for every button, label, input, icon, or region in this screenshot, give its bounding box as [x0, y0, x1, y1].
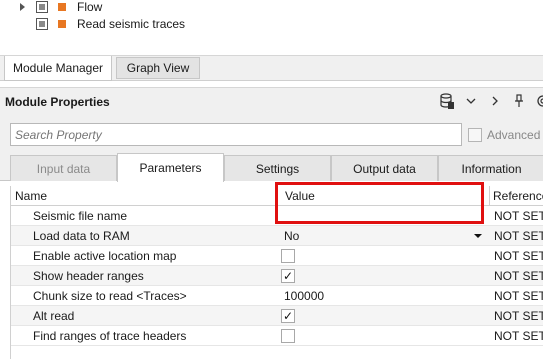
tree-item-label: Flow [77, 0, 103, 14]
alt-read-checkbox[interactable]: ✓ [281, 309, 295, 323]
flow-tree: Flow Read seismic traces [0, 0, 543, 56]
property-name: Chunk size to read <Traces> [33, 289, 187, 303]
column-divider[interactable] [489, 186, 490, 206]
search-property-input[interactable] [10, 123, 462, 146]
property-name: Alt read [33, 309, 75, 323]
property-row[interactable]: Chunk size to read <Traces> 100000 NOT S… [11, 286, 543, 306]
property-row[interactable]: Seismic file name NOT SET [11, 206, 543, 226]
advanced-checkbox[interactable] [468, 128, 482, 142]
tab-module-manager[interactable]: Module Manager [4, 56, 112, 81]
chunk-size-value[interactable]: 100000 [284, 289, 324, 303]
advanced-label: Advanced [487, 128, 541, 142]
property-reference[interactable]: NOT SET [494, 209, 543, 223]
grid-header: Name Value Reference [11, 186, 543, 206]
column-header-name[interactable]: Name [15, 189, 47, 203]
chevron-down-icon[interactable] [464, 93, 478, 109]
property-reference[interactable]: NOT SET [494, 229, 543, 243]
module-color-icon [58, 3, 66, 11]
property-name: Find ranges of trace headers [33, 329, 187, 343]
tab-settings[interactable]: Settings [224, 155, 331, 181]
view-tabs: Module Manager Graph View [0, 56, 543, 81]
column-divider[interactable] [277, 186, 278, 206]
enable-location-map-checkbox[interactable] [281, 249, 295, 263]
property-reference[interactable]: NOT SET [494, 329, 543, 343]
tab-input-data[interactable]: Input data [10, 155, 117, 181]
tab-parameters[interactable]: Parameters [117, 153, 224, 182]
property-row[interactable]: Enable active location map NOT SET [11, 246, 543, 266]
property-row[interactable]: Load data to RAM No NOT SET [11, 226, 543, 246]
property-name: Seismic file name [33, 209, 128, 223]
property-row[interactable]: Show header ranges ✓ NOT SET [11, 266, 543, 286]
search-row: Advanced [0, 117, 543, 153]
tab-output-data[interactable]: Output data [331, 155, 438, 181]
show-header-ranges-checkbox[interactable]: ✓ [281, 269, 295, 283]
gear-icon[interactable] [536, 93, 543, 109]
dropdown-arrow-icon[interactable] [474, 234, 482, 238]
property-reference[interactable]: NOT SET [494, 249, 543, 263]
property-reference[interactable]: NOT SET [494, 289, 543, 303]
property-reference[interactable]: NOT SET [494, 309, 543, 323]
tab-information[interactable]: Information [438, 155, 543, 181]
expand-arrow-icon[interactable] [20, 3, 25, 11]
load-data-dropdown-value[interactable]: No [284, 229, 299, 243]
property-reference[interactable]: NOT SET [494, 269, 543, 283]
column-header-value[interactable]: Value [285, 189, 315, 203]
module-properties-header: Module Properties [0, 87, 543, 117]
property-name: Enable active location map [33, 249, 177, 263]
panel-title: Module Properties [5, 95, 110, 109]
property-tabs: Input data Parameters Settings Output da… [0, 153, 543, 182]
database-icon[interactable] [440, 93, 454, 109]
pin-icon[interactable] [512, 93, 526, 109]
property-grid: Name Value Reference Seismic file name N… [10, 186, 543, 359]
property-row[interactable]: Alt read ✓ NOT SET [11, 306, 543, 326]
panel-toolbar [440, 93, 543, 109]
tree-item-label: Read seismic traces [77, 17, 186, 31]
module-color-icon [58, 20, 66, 28]
find-ranges-checkbox[interactable] [281, 329, 295, 343]
column-header-reference[interactable]: Reference [493, 189, 543, 203]
property-row[interactable]: Find ranges of trace headers NOT SET [11, 326, 543, 346]
tab-graph-view[interactable]: Graph View [116, 57, 200, 79]
tree-checkbox[interactable] [36, 1, 48, 13]
property-name: Show header ranges [33, 269, 144, 283]
property-name: Load data to RAM [33, 229, 130, 243]
tree-checkbox[interactable] [36, 18, 48, 30]
chevron-right-icon[interactable] [488, 93, 502, 109]
